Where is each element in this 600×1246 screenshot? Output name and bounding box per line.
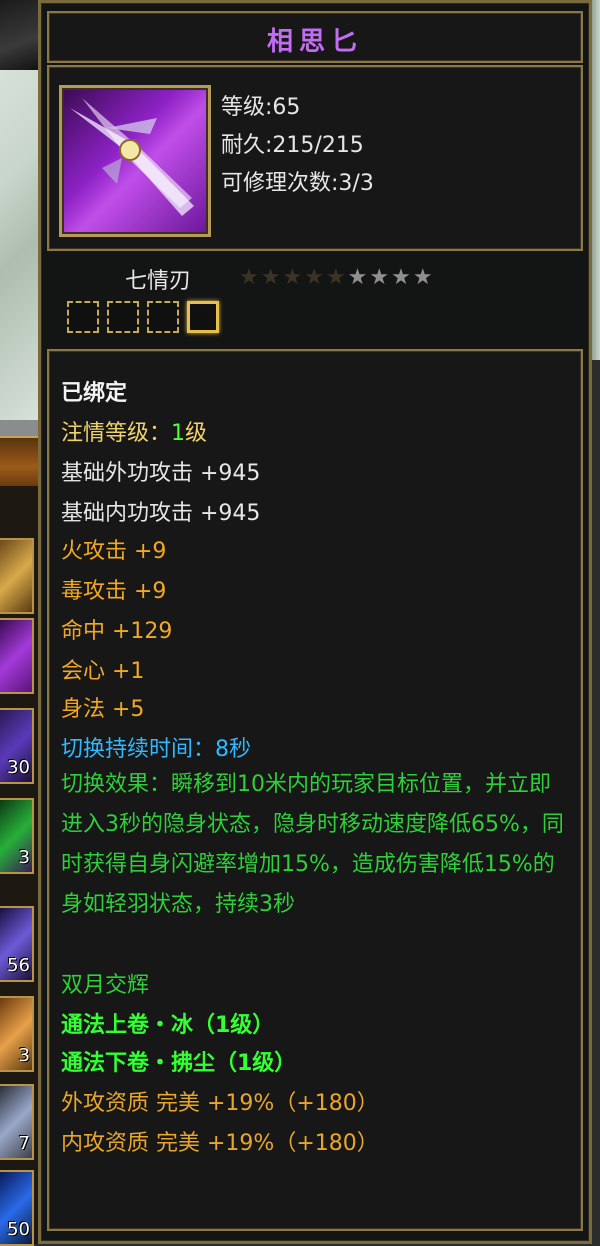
item-count: 3 <box>18 847 30 868</box>
skill-1: 通法上卷・冰（1级） <box>61 1013 275 1038</box>
inventory-slot[interactable]: 50 <box>0 1170 34 1246</box>
star-icon: ★ <box>304 265 326 290</box>
item-tooltip: 相思匕 等级:65 耐久:215/215 可修理次数:3/3 七情刃 ★★★★★… <box>38 0 592 1244</box>
item-icon <box>59 85 211 237</box>
inventory-slot[interactable] <box>0 538 34 614</box>
crit: 会心 +1 <box>61 659 145 684</box>
item-count: 56 <box>7 955 30 976</box>
inventory-slot[interactable]: 7 <box>0 1084 34 1160</box>
item-count: 30 <box>7 757 30 778</box>
item-count: 50 <box>7 1219 30 1240</box>
poison-attack: 毒攻击 +9 <box>61 579 167 604</box>
item-title: 相思匕 <box>266 27 363 57</box>
inventory-side-strip: 30 3 56 3 7 50 <box>0 420 40 1246</box>
ext-quality: 外攻资质 完美 +19%（+180） <box>61 1091 379 1116</box>
inventory-slot[interactable]: 30 <box>0 708 34 784</box>
side-banner <box>0 438 40 486</box>
gem-slot[interactable] <box>187 301 219 333</box>
gem-slots <box>67 301 227 337</box>
base-ext-attack: 基础外功攻击 +945 <box>61 461 261 486</box>
star-icon: ★ <box>260 265 283 290</box>
item-repair-count: 可修理次数:3/3 <box>221 171 374 196</box>
gem-slot[interactable] <box>67 301 99 333</box>
star-icon: ★ <box>325 265 348 290</box>
int-quality: 内攻资质 完美 +19%（+180） <box>61 1131 379 1156</box>
item-count: 7 <box>18 1133 30 1154</box>
gem-slot[interactable] <box>147 301 179 333</box>
star-rating: ★★★★★★★★★ <box>239 265 435 290</box>
bound-status: 已绑定 <box>61 381 128 406</box>
item-info-panel: 等级:65 耐久:215/215 可修理次数:3/3 <box>47 65 583 251</box>
love-level-num: 1 <box>171 421 186 446</box>
item-subname: 七情刃 <box>125 269 192 294</box>
base-int-attack: 基础内功攻击 +945 <box>61 501 261 526</box>
switch-duration: 切换持续时间：8秒 <box>61 737 251 762</box>
love-level-label: 注情等级： <box>61 421 172 446</box>
love-level: 注情等级：1级 <box>61 415 569 447</box>
agility: 身法 +5 <box>61 697 145 722</box>
dagger-icon <box>70 98 194 216</box>
side-header <box>0 420 40 438</box>
star-icon: ★ <box>412 265 435 290</box>
star-icon: ★ <box>391 265 413 290</box>
title-bar: 相思匕 <box>47 11 583 63</box>
inventory-slot[interactable]: 3 <box>0 996 34 1072</box>
gem-slot[interactable] <box>107 301 139 333</box>
set-name: 双月交辉 <box>61 973 150 998</box>
fire-attack: 火攻击 +9 <box>61 539 167 564</box>
skill-2: 通法下卷・拂尘（1级） <box>61 1051 297 1076</box>
love-level-unit: 级 <box>185 421 208 446</box>
attribute-panel: 已绑定 注情等级：1级 基础外功攻击 +945 基础内功攻击 +945 火攻击 … <box>47 349 583 1231</box>
star-icon: ★ <box>239 265 261 290</box>
inventory-slot[interactable]: 3 <box>0 798 34 874</box>
inventory-slot[interactable]: 56 <box>0 906 34 982</box>
star-icon: ★ <box>347 265 370 290</box>
item-durability: 耐久:215/215 <box>221 133 364 158</box>
refine-area: 七情刃 ★★★★★★★★★ <box>41 253 589 343</box>
inventory-slot[interactable] <box>0 618 34 694</box>
game-background <box>0 0 40 420</box>
switch-effect: 切换效果：瞬移到10米内的玩家目标位置，并立即进入3秒的隐身状态，隐身时移动速度… <box>61 772 564 917</box>
item-level: 等级:65 <box>221 95 301 120</box>
hit: 命中 +129 <box>61 619 173 644</box>
item-count: 3 <box>18 1045 30 1066</box>
star-icon: ★ <box>282 265 305 290</box>
star-icon: ★ <box>369 265 392 290</box>
